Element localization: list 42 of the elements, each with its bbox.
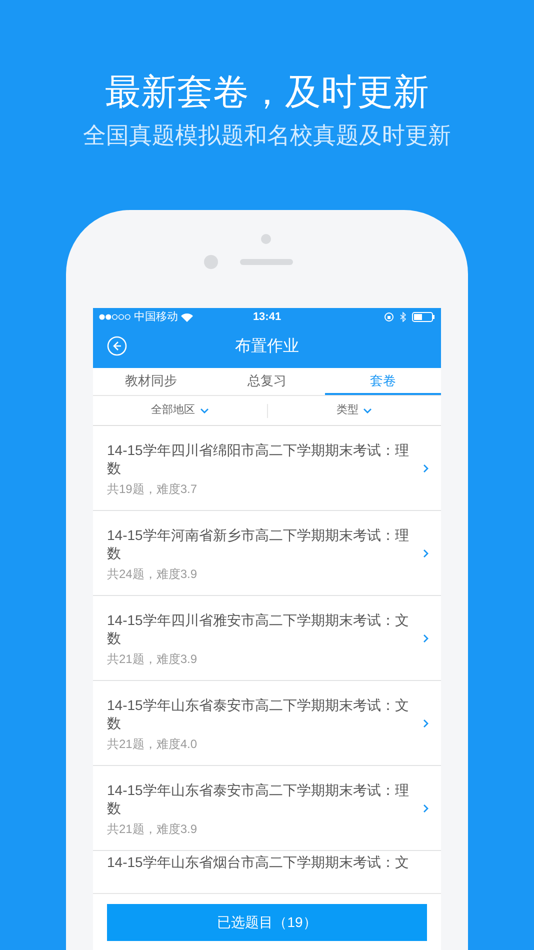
speaker-icon [240, 259, 293, 265]
subheading: 全国真题模拟题和名校真题及时更新 [83, 121, 451, 150]
carrier-name: 中国移动 [134, 310, 178, 325]
back-button[interactable] [107, 336, 127, 356]
headline: 最新套卷，及时更新 [105, 70, 429, 114]
chevron-down-icon [363, 408, 372, 414]
paper-item[interactable]: 14-15学年山东省烟台市高二下学期期末考试：文 [93, 851, 441, 893]
chevron-down-icon [200, 408, 209, 414]
tab[interactable]: 总复习 [209, 368, 325, 395]
battery-icon [412, 312, 436, 322]
filter-dropdown[interactable]: 全部地区 [93, 402, 266, 419]
paper-meta: 共19题，难度3.7 [107, 481, 198, 497]
paper-title: 14-15学年山东省泰安市高二下学期期末考试：文数 [107, 696, 410, 732]
paper-item[interactable]: 14-15学年四川省绵阳市高二下学期期末考试：理数 共19题，难度3.7 [93, 426, 441, 511]
paper-item[interactable]: 14-15学年山东省泰安市高二下学期期末考试：理数 共21题，难度3.9 [93, 766, 441, 851]
paper-title: 14-15学年四川省雅安市高二下学期期末考试：文数 [107, 611, 410, 647]
paper-item[interactable]: 14-15学年河南省新乡市高二下学期期末考试：理数 共24题，难度3.9 [93, 511, 441, 596]
chevron-right-icon [423, 718, 429, 728]
chevron-right-icon [423, 634, 429, 642]
paper-item[interactable]: 14-15学年山东省泰安市高二下学期期末考试：文数 共21题，难度4.0 [93, 681, 441, 766]
nav-title: 布置作业 [235, 336, 299, 357]
paper-meta: 共21题，难度3.9 [107, 651, 198, 667]
paper-title: 14-15学年山东省烟台市高二下学期期末考试：文 [107, 854, 410, 870]
rotation-lock-icon [384, 312, 394, 322]
sensor-icon [204, 255, 218, 269]
camera-icon [261, 234, 271, 244]
paper-meta: 共21题，难度4.0 [107, 736, 198, 752]
signal-icon [99, 314, 131, 320]
paper-meta: 共24题，难度3.9 [107, 566, 198, 582]
chevron-right-icon [423, 804, 429, 812]
paper-title: 14-15学年河南省新乡市高二下学期期末考试：理数 [107, 526, 410, 562]
paper-title: 14-15学年四川省绵阳市高二下学期期末考试：理数 [107, 441, 410, 477]
wifi-icon [181, 312, 193, 322]
paper-item[interactable]: 14-15学年四川省雅安市高二下学期期末考试：文数 共21题，难度3.9 [93, 596, 441, 681]
bluetooth-icon [400, 312, 406, 322]
paper-title: 14-15学年山东省泰安市高二下学期期末考试：理数 [107, 781, 410, 817]
tab[interactable]: 教材同步 [93, 368, 209, 395]
chevron-right-icon [423, 548, 429, 558]
status-time: 13:41 [252, 310, 282, 325]
paper-meta: 共21题，难度3.9 [107, 821, 198, 837]
filter-dropdown[interactable]: 类型 [268, 402, 441, 419]
chevron-right-icon [423, 464, 429, 472]
